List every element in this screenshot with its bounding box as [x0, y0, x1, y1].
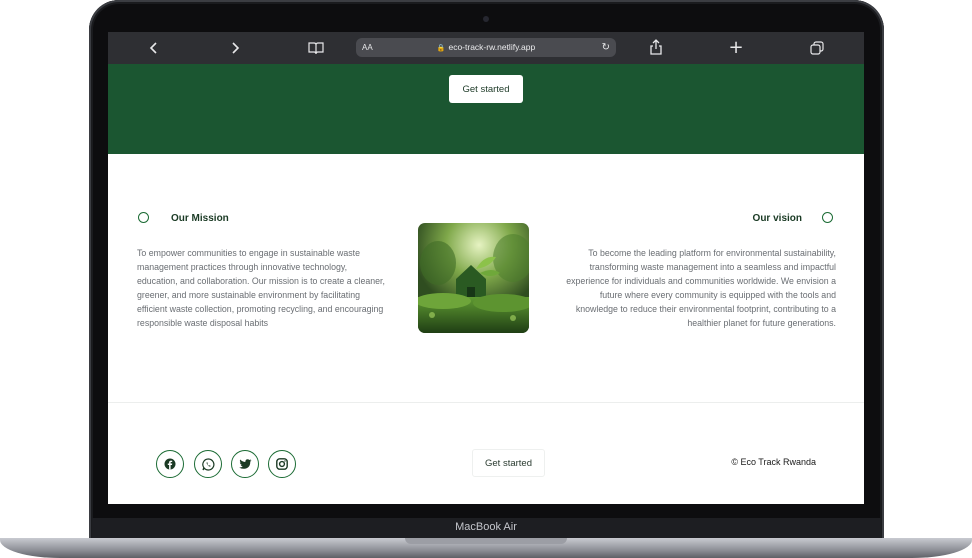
vision-title: Our vision: [752, 213, 802, 224]
facebook-icon[interactable]: [156, 450, 184, 478]
url-text: 🔒 eco-track-rw.netlify.app: [356, 38, 616, 58]
mission-title: Our Mission: [171, 213, 229, 224]
eco-house-image: [418, 223, 529, 333]
hero-banner: Get started: [108, 64, 864, 154]
new-tab-icon[interactable]: +: [724, 32, 748, 64]
instagram-icon[interactable]: [268, 450, 296, 478]
lock-icon: 🔒: [436, 45, 446, 52]
back-icon[interactable]: [142, 32, 166, 64]
bookmarks-icon[interactable]: [304, 32, 328, 64]
copyright-text: © Eco Track Rwanda: [731, 457, 816, 467]
footer-get-started-button[interactable]: Get started: [472, 449, 545, 477]
mission-circle-icon: [138, 212, 149, 223]
address-bar[interactable]: AA 🔒 eco-track-rw.netlify.app ↻: [356, 38, 616, 57]
vision-circle-icon: [822, 212, 833, 223]
share-icon[interactable]: [644, 32, 668, 64]
url-label: eco-track-rw.netlify.app: [448, 42, 536, 52]
forward-icon[interactable]: [223, 32, 247, 64]
vision-text: To become the leading platform for envir…: [566, 248, 836, 328]
whatsapp-icon[interactable]: [194, 450, 222, 478]
reload-icon[interactable]: ↻: [602, 38, 610, 57]
footer: Get started © Eco Track Rwanda: [108, 403, 864, 504]
camera: [483, 16, 489, 22]
device-model-label: MacBook Air: [455, 521, 517, 533]
browser-toolbar: AA 🔒 eco-track-rw.netlify.app ↻ +: [108, 32, 864, 64]
twitter-icon[interactable]: [231, 450, 259, 478]
tabs-icon[interactable]: [805, 32, 829, 64]
screen: AA 🔒 eco-track-rw.netlify.app ↻ + Get sta…: [108, 32, 864, 504]
get-started-button[interactable]: Get started: [449, 75, 523, 103]
laptop-notch: [405, 538, 567, 544]
mission-vision-section: Our Mission To empower communities to en…: [108, 154, 864, 402]
mission-text: To empower communities to engage in sust…: [137, 248, 385, 328]
